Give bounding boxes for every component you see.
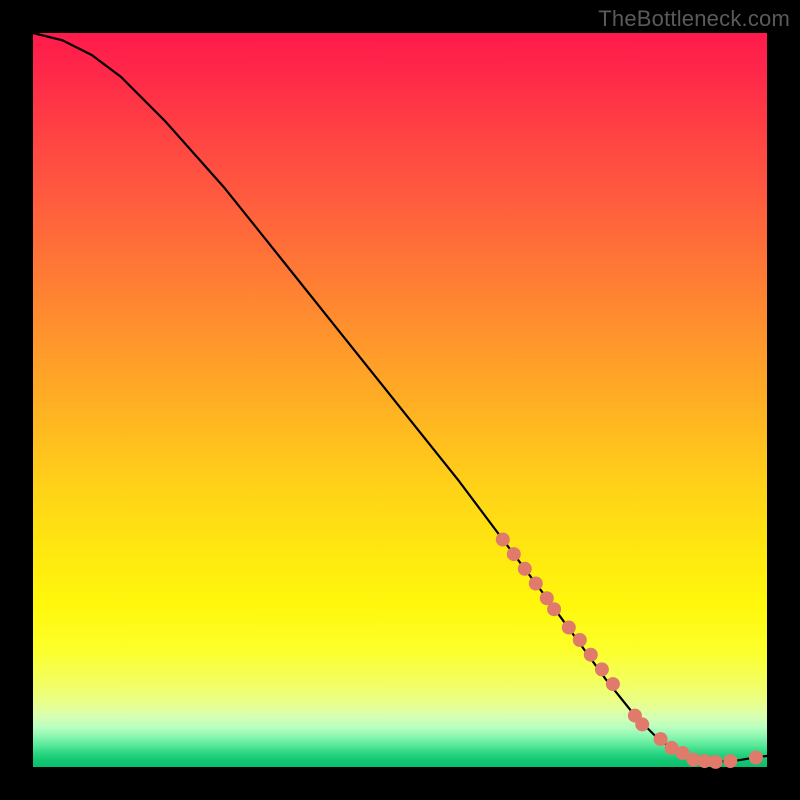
marker-point xyxy=(562,621,576,635)
chart-overlay xyxy=(33,33,767,767)
marker-group xyxy=(496,533,763,769)
marker-point xyxy=(547,602,561,616)
marker-point xyxy=(518,562,532,576)
chart-frame: TheBottleneck.com xyxy=(0,0,800,800)
marker-point xyxy=(496,533,510,547)
marker-point xyxy=(654,732,668,746)
marker-point xyxy=(606,677,620,691)
watermark-text: TheBottleneck.com xyxy=(598,6,790,32)
curve-line xyxy=(33,33,767,762)
marker-point xyxy=(584,648,598,662)
marker-point xyxy=(573,633,587,647)
marker-point xyxy=(507,547,521,561)
marker-point xyxy=(723,754,737,768)
marker-point xyxy=(529,577,543,591)
marker-point xyxy=(749,751,763,765)
marker-point xyxy=(635,717,649,731)
marker-point xyxy=(595,662,609,676)
marker-point xyxy=(709,755,723,769)
